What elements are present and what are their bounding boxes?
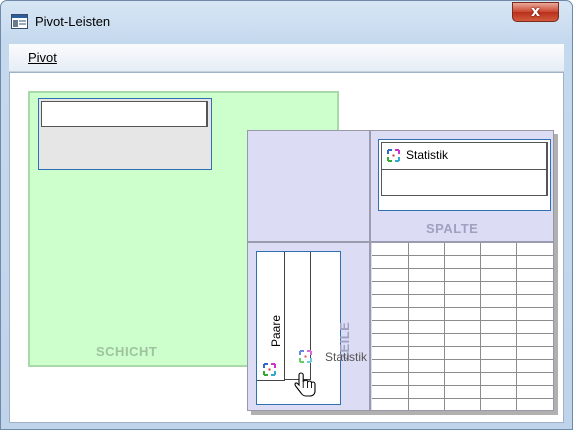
layer-dimension-tray[interactable]: [38, 98, 212, 170]
column-dimension-item[interactable]: Statistik: [381, 142, 548, 170]
layer-dimension-slot[interactable]: [41, 101, 208, 127]
column-label: SPALTE: [426, 221, 479, 236]
data-grid: [372, 243, 553, 410]
column-item-label: Statistik: [406, 148, 449, 162]
dragged-dimension-icon[interactable]: [299, 350, 312, 363]
dragged-item-label: Statistik: [325, 350, 368, 364]
title-bar[interactable]: Pivot-Leisten x: [1, 1, 572, 43]
dimension-icon: [387, 149, 400, 162]
window-title: Pivot-Leisten: [35, 14, 111, 29]
pivot-table: Statistik SPALTE Paare ZEILE: [247, 130, 554, 411]
close-icon: x: [530, 4, 541, 20]
layer-label: SCHICHT: [96, 344, 158, 359]
column-dimension-tray[interactable]: Statistik: [378, 139, 551, 211]
row-item-label: Paare: [269, 314, 283, 348]
dimension-icon[interactable]: [263, 363, 276, 376]
column-divider: [369, 131, 371, 410]
app-icon: [11, 14, 28, 29]
pivot-panel: SCHICHT Statistik SPALTE Paare ZEILE Sta…: [9, 72, 564, 423]
dialog-window: Pivot-Leisten x Pivot SCHICHT Statistik …: [0, 0, 573, 430]
column-dimension-slot[interactable]: [381, 170, 548, 196]
menu-bar: Pivot: [9, 44, 564, 72]
hand-cursor-icon: [294, 372, 316, 397]
menu-item-pivot[interactable]: Pivot: [28, 50, 57, 65]
row-dimension-separator: [284, 252, 285, 380]
row-dimension-bottom-line: [257, 380, 285, 381]
close-button[interactable]: x: [512, 2, 559, 22]
menu-item-pivot-label: Pivot: [28, 50, 57, 65]
